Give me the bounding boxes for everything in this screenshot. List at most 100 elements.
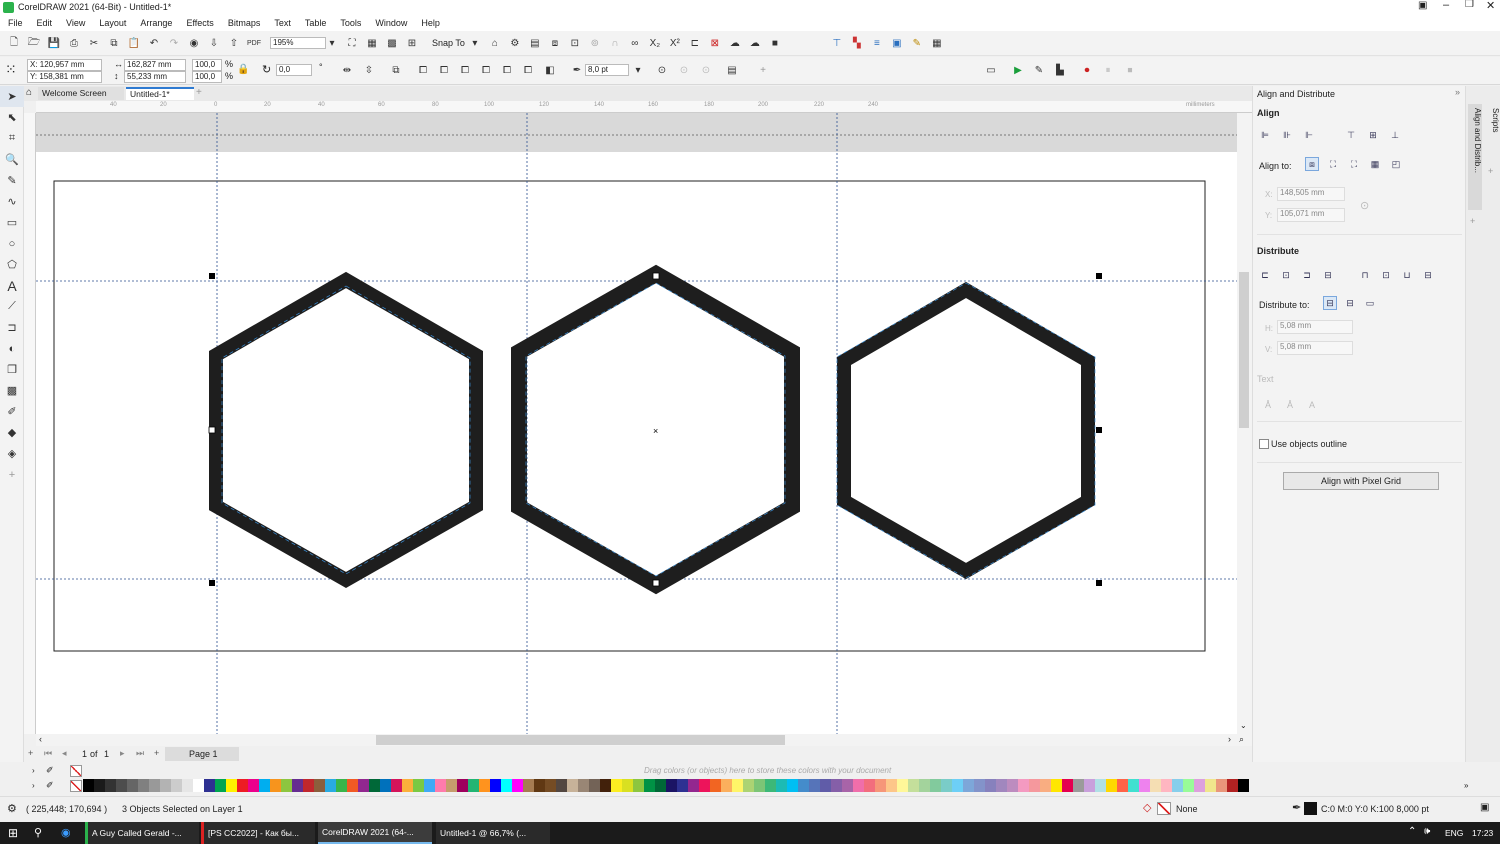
color-swatch[interactable] [248,779,259,792]
color-swatch[interactable] [138,779,149,792]
color-swatch[interactable] [237,779,248,792]
align-center-v-icon[interactable]: ⊞ [1366,128,1380,142]
options-gear-icon[interactable]: ⚙ [507,35,523,51]
color-swatch[interactable] [545,779,556,792]
weld-icon[interactable]: ⊚ [587,35,603,51]
outline-width-field[interactable]: 8,0 pt [585,64,629,76]
page-view-icon[interactable]: ▭ [983,62,999,78]
fill-indicator-icon[interactable]: ◇ [1143,801,1151,814]
lock-ratio-icon[interactable]: 🔒 [237,64,249,75]
chart-icon[interactable]: ▙ [1052,62,1068,78]
copy-icon[interactable]: ⧉ [106,35,122,51]
color-swatch[interactable] [446,779,457,792]
trim-shape-icon[interactable]: ⧠ [436,62,452,78]
taskbar-item-browser[interactable]: [PS CC2022] - Как бы... [201,822,315,844]
color-swatch[interactable] [952,779,963,792]
color-swatch[interactable] [666,779,677,792]
palette-no-color-swatch[interactable] [70,765,82,777]
color-swatch[interactable] [699,779,710,792]
color-swatch[interactable] [974,779,985,792]
crop-tool-icon[interactable]: ⌗ [0,128,24,149]
align-x-field[interactable]: 148,505 mm [1277,187,1345,201]
wrap-text-icon[interactable]: ⊙ [654,62,670,78]
align-left-icon[interactable]: ⊫ [1258,128,1272,142]
boundary-icon[interactable]: ◧ [542,62,558,78]
tray-up-icon[interactable]: ⌃ [1408,826,1416,837]
front-minus-back-icon[interactable]: ⧠ [499,62,515,78]
search-content-icon[interactable]: ◉ [186,35,202,51]
palette-eyedropper-2-icon[interactable]: ✐ [46,780,54,791]
color-swatch[interactable] [589,779,600,792]
connector-tool-icon[interactable]: ⊐ [0,317,24,338]
menu-text[interactable]: Text [274,18,291,28]
color-swatch[interactable] [1029,779,1040,792]
next-page-icon[interactable]: ▸ [120,748,125,759]
status-expand-icon[interactable]: ▣ [1480,802,1489,813]
distribute-to-page-icon[interactable]: ⊟ [1343,296,1357,310]
color-swatch[interactable] [600,779,611,792]
color-swatch[interactable] [193,779,204,792]
clock[interactable]: 17:23 [1472,828,1493,838]
layers-icon[interactable]: ≡ [869,35,885,51]
add-tool-icon[interactable]: + [0,464,24,485]
subscript-icon[interactable]: X₂ [647,35,663,51]
color-swatch[interactable] [930,779,941,792]
distribute-spacing-h-icon[interactable]: ⊟ [1321,268,1335,282]
taskbar-item-coreldraw[interactable]: CorelDRAW 2021 (64-... [318,822,432,844]
color-swatch[interactable] [325,779,336,792]
print-icon[interactable]: ⎙ [66,35,82,51]
snap-dropdown-icon[interactable]: ▾ [467,35,483,51]
color-swatch[interactable] [1117,779,1128,792]
distribute-top-icon[interactable]: ⊓ [1358,268,1372,282]
ungroup-icon[interactable]: ⊡ [567,35,583,51]
reference-point-icon[interactable]: ⁙ [5,61,17,78]
color-swatch[interactable] [314,779,325,792]
color-swatch[interactable] [226,779,237,792]
text-bounding-box-icon[interactable]: A [1305,398,1319,412]
crop-icon[interactable]: ⊏ [687,35,703,51]
color-swatch[interactable] [1205,779,1216,792]
taskbar-search-icon[interactable]: ⚲ [34,826,42,839]
color-swatch[interactable] [402,779,413,792]
color-swatch[interactable] [1194,779,1205,792]
link-icon[interactable]: ∩ [607,35,623,51]
blend-tool-icon[interactable]: ◐ [0,338,24,359]
align-distribute-icon[interactable]: ▤ [724,62,740,78]
align-to-page-edge-icon[interactable]: ⛶ [1326,157,1340,171]
horizontal-scrollbar-thumb[interactable] [376,735,785,745]
show-grid-icon[interactable]: ▩ [384,35,400,51]
add-toolbar-icon[interactable]: + [755,62,771,78]
color-swatch[interactable] [710,779,721,792]
align-bottom-icon[interactable]: ⊥ [1388,128,1402,142]
first-page-icon[interactable]: ⏮ [44,748,52,759]
mirror-vertical-icon[interactable]: ⇳ [361,62,377,78]
edit-icon[interactable]: ✎ [909,35,925,51]
vertical-ruler[interactable] [24,113,36,734]
rotation-field[interactable]: 0,0 [276,64,312,76]
vertical-scrollbar-thumb[interactable] [1239,272,1249,428]
color-swatch[interactable] [655,779,666,792]
application-launcher-icon[interactable]: ▤ [527,35,543,51]
color-swatch[interactable] [1227,779,1238,792]
current-page-number[interactable]: 1 [82,749,87,759]
pause-macro-icon[interactable]: ⏸ [1100,62,1116,78]
color-swatch[interactable] [413,779,424,792]
color-swatch[interactable] [534,779,545,792]
color-swatch[interactable] [908,779,919,792]
color-swatch[interactable] [490,779,501,792]
horizontal-scrollbar[interactable]: ‹ › ⌕ [36,734,1252,746]
docker-add-2-icon[interactable]: + [1488,166,1493,176]
align-center-h-icon[interactable]: ⊪ [1280,128,1294,142]
show-rulers-icon[interactable]: ▦ [364,35,380,51]
distribute-right-icon[interactable]: ⊐ [1300,268,1314,282]
taskbar-browser-icon[interactable]: ◉ [61,826,71,839]
delete-crop-icon[interactable]: ⊠ [707,35,723,51]
minimize-button[interactable]: – [1443,0,1449,11]
color-swatch[interactable] [1183,779,1194,792]
mirror-horizontal-icon[interactable]: ⇹ [339,62,355,78]
color-swatch[interactable] [160,779,171,792]
export-icon[interactable]: ⇧ [226,35,242,51]
menu-effects[interactable]: Effects [186,18,213,28]
position-x-field[interactable]: X: 120,957 mm [27,59,102,71]
add-page-before-icon[interactable]: + [28,748,33,758]
